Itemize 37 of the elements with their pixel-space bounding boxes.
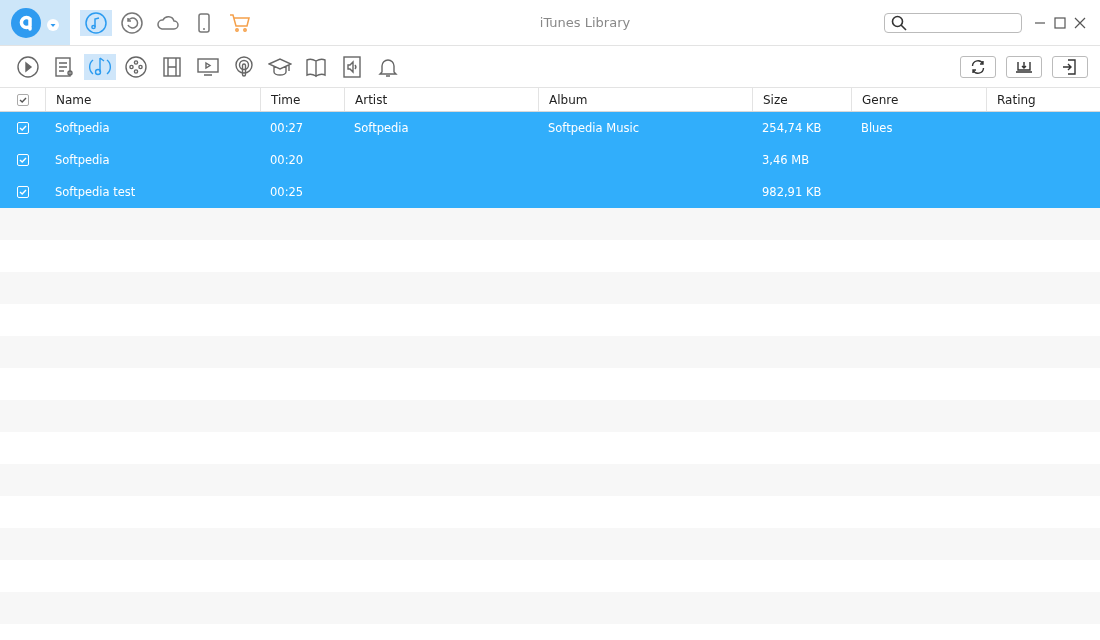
column-header[interactable]: Genre [852,88,987,111]
table-cell: 00:27 [270,121,304,135]
column-header[interactable]: Rating [987,88,1100,111]
table-cell: Softpedia Music [548,121,639,135]
app-logo-icon[interactable] [10,6,42,39]
row-checkbox[interactable] [16,122,29,134]
maximize-icon[interactable] [1054,16,1066,29]
column-header[interactable]: Album [539,88,753,111]
column-header[interactable]: Artist [345,88,539,111]
refresh-button[interactable] [960,55,996,78]
table-cell: Softpedia [55,121,110,135]
table-cell: 254,74 KB [762,121,822,135]
table-cell: 982,91 KB [762,185,822,199]
column-header[interactable]: Time [261,88,345,111]
table-cell: 00:25 [270,185,304,199]
refresh-icon [970,58,986,75]
search-icon [891,14,907,31]
export-button[interactable] [1052,55,1088,78]
close-icon[interactable] [1074,16,1086,29]
music-note-icon[interactable] [80,9,112,36]
column-header[interactable]: Name [46,88,261,111]
sign-in-icon [1062,58,1078,75]
music-note-icon[interactable] [84,53,116,80]
table-cell: Softpedia test [55,185,136,199]
row-checkbox[interactable] [16,154,29,166]
window-title: iTunes Library [538,15,632,30]
table-cell: 3,46 MB [762,153,810,167]
import-button[interactable] [1006,55,1042,78]
dropdown-icon[interactable] [47,18,59,31]
row-checkbox[interactable] [16,186,29,198]
table-cell: 00:20 [270,153,304,167]
select-all-checkbox[interactable] [16,93,29,106]
table-cell: Softpedia [55,153,110,167]
column-header[interactable]: Size [753,88,852,111]
search-field[interactable] [884,12,1022,33]
table-cell: Blues [861,121,893,135]
table-cell: Softpedia [354,121,409,135]
